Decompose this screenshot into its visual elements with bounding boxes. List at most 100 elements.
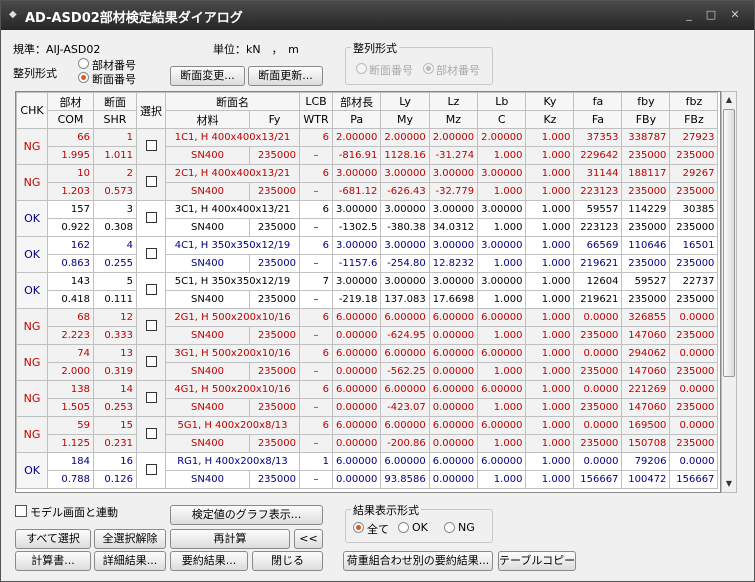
select-checkbox-cell[interactable] bbox=[136, 128, 166, 165]
result-ok-radio[interactable] bbox=[398, 522, 409, 533]
select-checkbox[interactable] bbox=[145, 139, 157, 151]
table-row[interactable]: 2.000 0.319 SN400 235000–0.00000 -562.25 0.00… bbox=[17, 362, 719, 381]
cell-mat: SN400 bbox=[165, 326, 250, 345]
column-header[interactable]: fby bbox=[621, 92, 671, 111]
column-header[interactable]: Mz bbox=[428, 110, 479, 129]
select-checkbox[interactable] bbox=[145, 355, 157, 367]
select-checkbox[interactable] bbox=[145, 247, 157, 259]
table-row[interactable]: OK 143 5 5C1, H 350x350x12/19 7 3.00000 3.0000… bbox=[16, 272, 719, 309]
column-header[interactable]: Pa bbox=[331, 110, 382, 129]
select-all-button[interactable]: すべて選択 bbox=[15, 529, 91, 549]
select-checkbox-cell[interactable] bbox=[136, 200, 166, 237]
result-all-radio[interactable] bbox=[353, 522, 364, 533]
table-row[interactable]: 0.418 0.111 SN400 235000– -219.18 137.083 17.6… bbox=[17, 290, 719, 309]
table-row[interactable]: NG 66 1 1C1, H 400x400x13/21 6 2.00000 2.00000… bbox=[16, 128, 719, 165]
collapse-button[interactable]: << bbox=[294, 529, 323, 549]
column-header[interactable]: 部材長 bbox=[331, 92, 382, 111]
cell-kz: 1.000 bbox=[525, 290, 575, 309]
column-header[interactable]: SHR bbox=[93, 110, 137, 129]
table-row[interactable]: 2.223 0.333 SN400 235000–0.00000 -624.95 0.00… bbox=[17, 326, 719, 345]
select-checkbox[interactable] bbox=[145, 427, 157, 439]
table-vertical-scrollbar[interactable]: ▲ ▼ bbox=[721, 91, 737, 493]
result-ng-radio[interactable] bbox=[444, 522, 455, 533]
select-checkbox-cell[interactable] bbox=[136, 308, 166, 345]
select-checkbox-cell[interactable] bbox=[136, 344, 166, 381]
select-checkbox-cell[interactable] bbox=[136, 380, 166, 417]
model-link-checkbox[interactable] bbox=[15, 505, 27, 517]
scroll-up-icon[interactable]: ▲ bbox=[722, 92, 736, 108]
column-header[interactable]: WTR bbox=[299, 110, 333, 129]
column-header[interactable]: 断面 bbox=[93, 92, 137, 111]
column-header[interactable]: FBy bbox=[621, 110, 671, 129]
column-header[interactable]: 部材 bbox=[47, 92, 94, 111]
column-header[interactable]: Lz bbox=[428, 92, 479, 111]
table-copy-button[interactable]: テーブルコピー bbox=[498, 551, 576, 571]
deselect-all-button[interactable]: 全選択解除 bbox=[94, 529, 166, 549]
table-row[interactable]: NG 74 13 3G1, H 500x200x10/16 6 6.00000 6.0000… bbox=[16, 344, 719, 381]
column-header[interactable]: Fa bbox=[573, 110, 623, 129]
table-row[interactable]: NG 59 15 5G1, H 400x200x8/13 6 6.00000 6.00000… bbox=[16, 416, 719, 453]
section-name: 2C1, H 400x400x13/21 bbox=[165, 164, 300, 183]
column-header[interactable]: Kz bbox=[525, 110, 575, 129]
select-checkbox[interactable] bbox=[145, 391, 157, 403]
column-header[interactable]: 選択 bbox=[136, 92, 166, 129]
select-checkbox-cell[interactable] bbox=[136, 416, 166, 453]
table-row[interactable]: OK 162 4 4C1, H 350x350x12/19 6 3.00000 3.0000… bbox=[16, 236, 719, 273]
cell-c: 1.000 bbox=[477, 218, 527, 237]
title-bar[interactable]: ◆ AD-ASD02部材検定結果ダイアログ _ □ ✕ bbox=[1, 1, 754, 30]
select-checkbox-cell[interactable] bbox=[136, 236, 166, 273]
table-row[interactable]: 1.505 0.253 SN400 235000–0.00000 -423.07 0.00… bbox=[17, 398, 719, 417]
select-checkbox-cell[interactable] bbox=[136, 452, 166, 489]
summary-result-button[interactable]: 要約結果... bbox=[170, 551, 248, 571]
scroll-thumb[interactable] bbox=[723, 109, 735, 377]
table-row[interactable]: OK 184 16 RG1, H 400x200x8/13 1 6.00000 6.0000… bbox=[16, 452, 719, 489]
scroll-down-icon[interactable]: ▼ bbox=[722, 476, 736, 492]
sort-section-radio[interactable] bbox=[78, 72, 89, 83]
column-header[interactable]: Lb bbox=[477, 92, 527, 111]
table-row[interactable]: 1.125 0.231 SN400 235000–0.00000 -200.86 0.00… bbox=[17, 434, 719, 453]
section-update-button[interactable]: 断面更新... bbox=[248, 66, 323, 86]
window-menu-icon[interactable]: ◆ bbox=[9, 9, 21, 21]
result-table[interactable]: CHK 部材 断面 選択 断面名 LCB 部材長 Ly Lz Lb Ky fa fby fbz COM SHR… bbox=[15, 91, 721, 493]
detail-result-button[interactable]: 詳細結果... bbox=[94, 551, 166, 571]
table-row[interactable]: 1.203 0.573 SN400 235000– -681.12 -626.43 -32.… bbox=[17, 182, 719, 201]
column-header[interactable]: Fy bbox=[249, 110, 300, 129]
table-row[interactable]: 0.922 0.308 SN400 235000– -1302.5 -380.38 34.0… bbox=[17, 218, 719, 237]
select-checkbox[interactable] bbox=[145, 175, 157, 187]
graph-button[interactable]: 検定値のグラフ表示... bbox=[170, 505, 323, 525]
close-button[interactable]: 閉じる bbox=[252, 551, 323, 571]
maximize-icon[interactable]: □ bbox=[703, 7, 719, 23]
table-row[interactable]: OK 157 3 3C1, H 400x400x13/21 6 3.00000 3.0000… bbox=[16, 200, 719, 237]
column-header[interactable]: fbz bbox=[669, 92, 719, 111]
column-header[interactable]: My bbox=[380, 110, 430, 129]
select-checkbox[interactable] bbox=[145, 283, 157, 295]
minimize-icon[interactable]: _ bbox=[681, 7, 697, 23]
column-header[interactable]: LCB bbox=[299, 92, 333, 111]
select-checkbox-cell[interactable] bbox=[136, 272, 166, 309]
load-comb-summary-button[interactable]: 荷重組合わせ別の要約結果... bbox=[343, 551, 493, 571]
close-icon[interactable]: ✕ bbox=[727, 7, 743, 23]
column-header[interactable]: COM bbox=[47, 110, 94, 129]
column-header[interactable]: 材料 bbox=[165, 110, 250, 129]
column-header[interactable]: Ly bbox=[380, 92, 430, 111]
sort-member-radio[interactable] bbox=[78, 58, 89, 69]
table-row[interactable]: NG 138 14 4G1, H 500x200x10/16 6 6.00000 6.000… bbox=[16, 380, 719, 417]
select-checkbox[interactable] bbox=[145, 319, 157, 331]
calc-doc-button[interactable]: 計算書... bbox=[15, 551, 91, 571]
recalculate-button[interactable]: 再計算 bbox=[170, 529, 290, 549]
column-header[interactable]: C bbox=[477, 110, 527, 129]
table-row[interactable]: 0.788 0.126 SN400 235000–0.00000 93.8586 0.00… bbox=[17, 470, 719, 489]
column-header[interactable]: fa bbox=[573, 92, 623, 111]
table-row[interactable]: 0.863 0.255 SN400 235000– -1157.6 -254.80 12.8… bbox=[17, 254, 719, 273]
select-checkbox[interactable] bbox=[145, 463, 157, 475]
table-row[interactable]: NG 10 2 2C1, H 400x400x13/21 6 3.00000 3.00000… bbox=[16, 164, 719, 201]
table-row[interactable]: 1.995 1.011 SN400 235000– -816.91 1128.16 -31.… bbox=[17, 146, 719, 165]
column-header[interactable]: CHK bbox=[16, 92, 48, 129]
select-checkbox[interactable] bbox=[145, 211, 157, 223]
table-row[interactable]: NG 68 12 2G1, H 500x200x10/16 6 6.00000 6.0000… bbox=[16, 308, 719, 345]
select-checkbox-cell[interactable] bbox=[136, 164, 166, 201]
column-header[interactable]: FBz bbox=[669, 110, 719, 129]
section-change-button[interactable]: 断面変更... bbox=[170, 66, 245, 86]
column-header[interactable]: 断面名 bbox=[165, 92, 300, 111]
column-header[interactable]: Ky bbox=[525, 92, 575, 111]
